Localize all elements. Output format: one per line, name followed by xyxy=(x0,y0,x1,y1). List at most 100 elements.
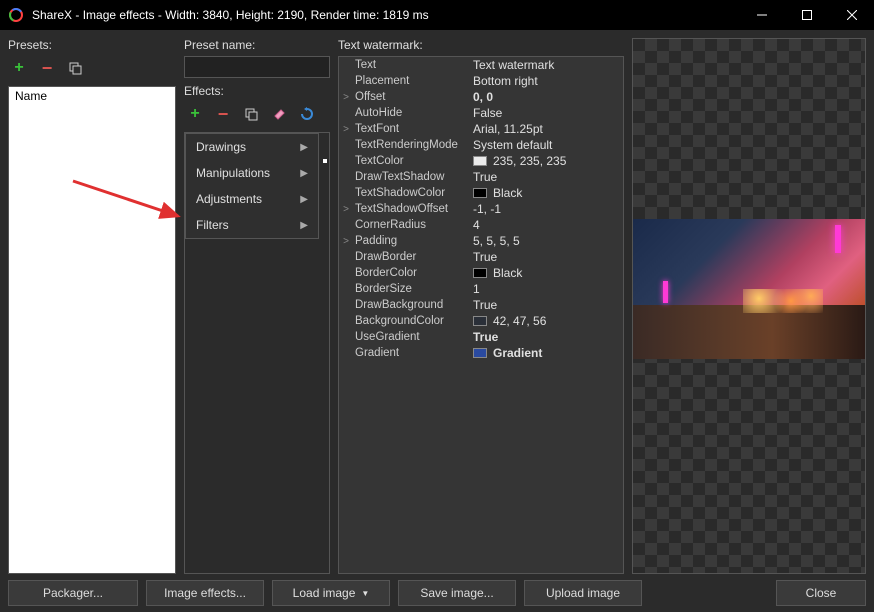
property-value[interactable]: True xyxy=(473,298,623,312)
property-name: TextShadowColor xyxy=(353,187,473,199)
submenu-arrow-icon: ▶ xyxy=(300,142,308,153)
property-name: Text xyxy=(353,59,473,71)
dropdown-arrow-icon: ▼ xyxy=(361,589,369,598)
effect-remove-button[interactable]: − xyxy=(212,103,234,125)
property-value[interactable]: False xyxy=(473,106,623,120)
property-value[interactable]: True xyxy=(473,330,623,344)
property-value[interactable]: Black xyxy=(473,186,623,200)
property-row[interactable]: BorderColorBlack xyxy=(339,265,623,281)
expand-icon: > xyxy=(339,204,353,215)
property-value[interactable]: Bottom right xyxy=(473,74,623,88)
menu-item-manipulations[interactable]: Manipulations▶ xyxy=(186,160,318,186)
menu-item-filters[interactable]: Filters▶ xyxy=(186,212,318,238)
property-row[interactable]: >TextFontArial, 11.25pt xyxy=(339,121,623,137)
property-name: DrawTextShadow xyxy=(353,171,473,183)
packager-button[interactable]: Packager... xyxy=(8,580,138,606)
save-image-button[interactable]: Save image... xyxy=(398,580,516,606)
property-value[interactable]: System default xyxy=(473,138,623,152)
plus-icon: + xyxy=(14,59,23,77)
color-swatch xyxy=(473,156,487,166)
effect-duplicate-button[interactable] xyxy=(240,103,262,125)
preview-image xyxy=(633,305,865,359)
close-window-button[interactable] xyxy=(829,0,874,30)
property-value[interactable]: 235, 235, 235 xyxy=(473,154,623,168)
property-name: Offset xyxy=(353,91,473,103)
property-row[interactable]: TextColor235, 235, 235 xyxy=(339,153,623,169)
preset-add-button[interactable]: + xyxy=(8,57,30,79)
property-name: DrawBorder xyxy=(353,251,473,263)
close-button[interactable]: Close xyxy=(776,580,866,606)
property-row[interactable]: UseGradientTrue xyxy=(339,329,623,345)
submenu-arrow-icon: ▶ xyxy=(300,220,308,231)
property-value[interactable]: Black xyxy=(473,266,623,280)
property-name: TextFont xyxy=(353,123,473,135)
property-grid[interactable]: TextText watermarkPlacementBottom right>… xyxy=(338,56,624,574)
minus-icon: − xyxy=(42,58,53,79)
preset-remove-button[interactable]: − xyxy=(36,57,58,79)
property-value[interactable]: Gradient xyxy=(473,346,623,360)
submenu-arrow-icon: ▶ xyxy=(300,194,308,205)
effects-label: Effects: xyxy=(184,84,330,98)
property-name: AutoHide xyxy=(353,107,473,119)
eraser-icon xyxy=(272,107,286,121)
property-value[interactable]: True xyxy=(473,250,623,264)
sharex-logo-icon xyxy=(8,7,24,23)
property-value[interactable]: -1, -1 xyxy=(473,202,623,216)
property-row[interactable]: >TextShadowOffset-1, -1 xyxy=(339,201,623,217)
property-row[interactable]: >Offset0, 0 xyxy=(339,89,623,105)
property-row[interactable]: CornerRadius4 xyxy=(339,217,623,233)
property-name: TextColor xyxy=(353,155,473,167)
expand-icon: > xyxy=(339,124,353,135)
property-value[interactable]: 42, 47, 56 xyxy=(473,314,623,328)
image-effects-button[interactable]: Image effects... xyxy=(146,580,264,606)
minus-icon: − xyxy=(218,104,229,125)
properties-header: Text watermark: xyxy=(338,38,624,52)
property-row[interactable]: PlacementBottom right xyxy=(339,73,623,89)
property-row[interactable]: TextShadowColorBlack xyxy=(339,185,623,201)
property-row[interactable]: GradientGradient xyxy=(339,345,623,361)
titlebar: ShareX - Image effects - Width: 3840, He… xyxy=(0,0,874,30)
preset-item[interactable]: Name xyxy=(9,87,175,105)
property-row[interactable]: DrawBackgroundTrue xyxy=(339,297,623,313)
property-value[interactable]: 4 xyxy=(473,218,623,232)
property-row[interactable]: AutoHideFalse xyxy=(339,105,623,121)
property-name: Gradient xyxy=(353,347,473,359)
effect-add-button[interactable]: + xyxy=(184,103,206,125)
upload-image-button[interactable]: Upload image xyxy=(524,580,642,606)
property-name: BorderSize xyxy=(353,283,473,295)
property-row[interactable]: DrawTextShadowTrue xyxy=(339,169,623,185)
property-name: BorderColor xyxy=(353,267,473,279)
property-value[interactable]: Text watermark xyxy=(473,58,623,72)
effect-refresh-button[interactable] xyxy=(296,103,318,125)
property-row[interactable]: BorderSize1 xyxy=(339,281,623,297)
menu-item-adjustments[interactable]: Adjustments▶ xyxy=(186,186,318,212)
load-image-button[interactable]: Load image▼ xyxy=(272,580,390,606)
minimize-button[interactable] xyxy=(739,0,784,30)
property-value[interactable]: 0, 0 xyxy=(473,90,623,104)
color-swatch xyxy=(473,188,487,198)
maximize-button[interactable] xyxy=(784,0,829,30)
menu-item-drawings[interactable]: Drawings▶ xyxy=(186,134,318,160)
preview-image xyxy=(835,225,841,253)
expand-icon: > xyxy=(339,92,353,103)
property-value[interactable]: True xyxy=(473,170,623,184)
effects-list[interactable]: Drawings▶ Manipulations▶ Adjustments▶ Fi… xyxy=(184,132,330,574)
property-value[interactable]: Arial, 11.25pt xyxy=(473,122,623,136)
preview-image xyxy=(663,281,668,303)
property-value[interactable]: 1 xyxy=(473,282,623,296)
property-row[interactable]: BackgroundColor42, 47, 56 xyxy=(339,313,623,329)
property-row[interactable]: >Padding5, 5, 5, 5 xyxy=(339,233,623,249)
preset-name-input[interactable] xyxy=(184,56,330,78)
preset-copy-button[interactable] xyxy=(64,57,86,79)
presets-list[interactable]: Name xyxy=(8,86,176,574)
preview-panel[interactable] xyxy=(632,38,866,574)
bottom-toolbar: Packager... Image effects... Load image▼… xyxy=(0,574,874,612)
property-row[interactable]: TextText watermark xyxy=(339,57,623,73)
property-name: Padding xyxy=(353,235,473,247)
property-row[interactable]: DrawBorderTrue xyxy=(339,249,623,265)
preset-name-label: Preset name: xyxy=(184,38,330,52)
effect-clear-button[interactable] xyxy=(268,103,290,125)
property-value[interactable]: 5, 5, 5, 5 xyxy=(473,234,623,248)
property-row[interactable]: TextRenderingModeSystem default xyxy=(339,137,623,153)
effects-dropdown-menu: Drawings▶ Manipulations▶ Adjustments▶ Fi… xyxy=(185,133,319,239)
